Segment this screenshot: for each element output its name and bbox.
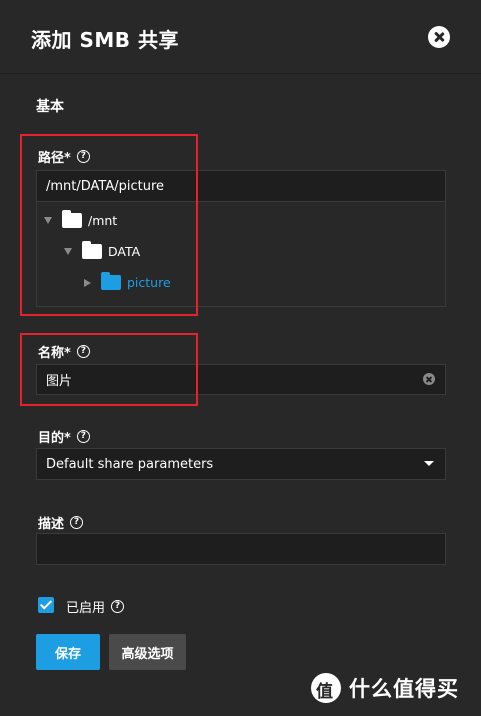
advanced-options-button[interactable]: 高级选项 (109, 634, 186, 670)
section-title: 基本 (36, 99, 64, 115)
purpose-label-group: 目的* ? (38, 427, 90, 446)
description-label: 描述 (38, 517, 65, 532)
description-label-group: 描述 ? (38, 513, 84, 532)
purpose-select-value: Default share parameters (46, 456, 214, 472)
description-input[interactable] (36, 533, 446, 565)
dialog-header: 添加 SMB 共享 (0, 0, 481, 74)
chevron-down-icon[interactable] (424, 461, 434, 466)
help-icon[interactable]: ? (111, 600, 125, 613)
watermark: 什么值得买 (311, 673, 459, 703)
enabled-label: 已启用 (66, 601, 106, 616)
path-highlight-box (20, 134, 198, 316)
name-highlight-box (20, 333, 198, 406)
purpose-select[interactable]: Default share parameters (36, 448, 446, 480)
watermark-text: 什么值得买 (349, 677, 459, 701)
dialog-title: 添加 SMB 共享 (31, 28, 179, 52)
enabled-label-group: 已启用 ? (66, 597, 125, 616)
purpose-label: 目的* (38, 431, 71, 446)
help-icon[interactable]: ? (76, 430, 90, 443)
smb-share-dialog: 添加 SMB 共享 基本 路径* ? /mnt/DATA/picture /mn… (0, 0, 481, 716)
watermark-logo-icon (311, 673, 341, 703)
enabled-checkbox[interactable] (38, 597, 54, 613)
clear-icon[interactable] (423, 373, 435, 385)
help-icon[interactable]: ? (70, 516, 84, 529)
close-icon[interactable] (428, 26, 450, 48)
save-button[interactable]: 保存 (36, 634, 100, 670)
